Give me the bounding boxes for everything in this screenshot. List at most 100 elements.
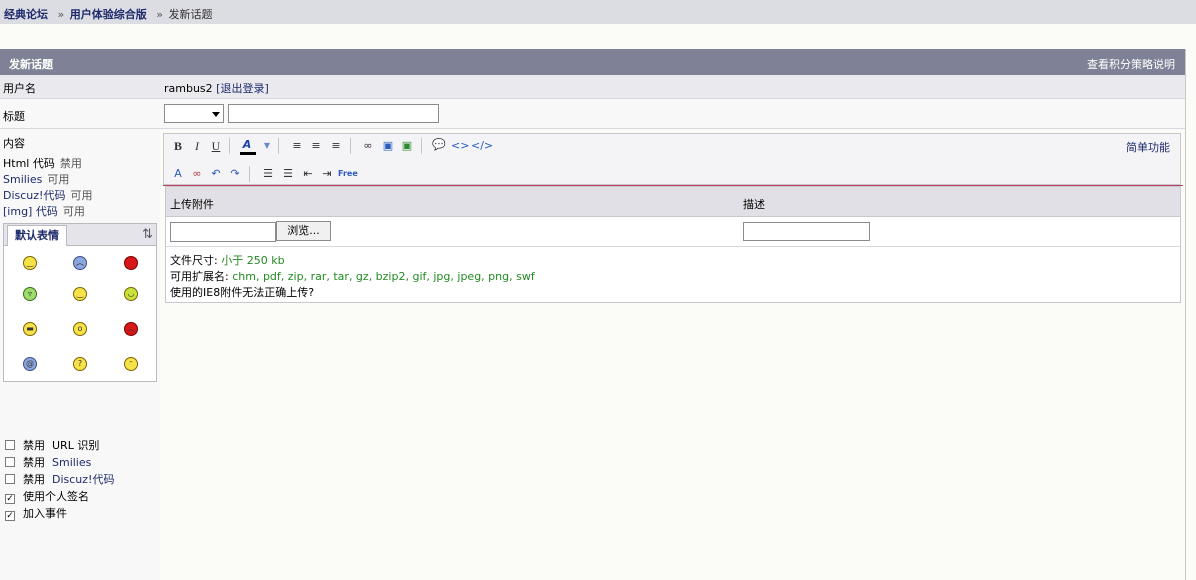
content-sidebar: 内容 Html 代码 禁用 Smilies 可用 Discuz!代码 可用 [img]…: [0, 129, 160, 580]
smiley-cool-icon[interactable]: ▬: [23, 322, 37, 336]
smiley-sad-icon[interactable]: ︵: [73, 256, 87, 270]
username-row: 用户名 rambus2 [退出登录]: [0, 75, 1185, 99]
bold-icon[interactable]: B: [170, 138, 186, 154]
quote-icon[interactable]: 💬: [431, 137, 447, 153]
subject-row: 标题: [0, 99, 1185, 129]
mode-name[interactable]: Smilies: [3, 173, 42, 186]
link-icon[interactable]: ∞: [360, 138, 376, 154]
toolbar-separator: [249, 166, 250, 182]
upload-header: 上传附件: [170, 198, 214, 211]
simple-mode-link[interactable]: 简单功能: [1126, 139, 1170, 155]
attachments-header: 上传附件 描述: [166, 187, 1180, 217]
smiley-shock-icon[interactable]: o: [73, 322, 87, 336]
option-name[interactable]: Smilies: [52, 456, 91, 469]
smiley-laugh-icon[interactable]: ▿: [23, 287, 37, 301]
mode-img: [img] 代码 可用: [3, 203, 85, 219]
subject-input[interactable]: [228, 104, 439, 123]
media-icon[interactable]: ▣: [399, 138, 415, 154]
attachment-info: 文件尺寸: 小于 250 kb 可用扩展名: chm, pdf, zip, ra…: [170, 253, 535, 301]
checkbox[interactable]: [5, 457, 15, 467]
logout-link[interactable]: [退出登录]: [216, 82, 269, 95]
smiley-grin-icon[interactable]: ‿: [73, 287, 87, 301]
ordered-list-icon[interactable]: ☰: [260, 166, 276, 182]
smiley-big-smile-icon[interactable]: ◡: [124, 287, 138, 301]
toolbar-separator: [421, 138, 422, 154]
option-name: 加入事件: [23, 507, 67, 520]
undo-icon[interactable]: ↶: [208, 166, 224, 182]
mode-status: 可用: [62, 205, 85, 218]
option-prefix: 禁用: [23, 439, 45, 452]
breadcrumb-board-link[interactable]: 用户体验综合版: [70, 8, 147, 21]
align-right-icon[interactable]: ≡: [328, 138, 344, 154]
smiley-angry-icon[interactable]: [124, 256, 138, 270]
indent-icon[interactable]: ⇥: [319, 166, 335, 182]
smiley-mad-icon[interactable]: ︿: [124, 322, 138, 336]
breadcrumb-separator: »: [57, 8, 65, 21]
mode-smilies: Smilies 可用: [3, 171, 69, 187]
credit-policy-link[interactable]: 查看积分策略说明: [1087, 56, 1175, 72]
chevron-down-icon: [212, 112, 220, 117]
font-color-icon[interactable]: A: [239, 137, 256, 155]
browse-button[interactable]: 浏览...: [276, 221, 331, 241]
breadcrumb-separator: »: [156, 8, 163, 21]
size-value: 小于 250 kb: [221, 254, 285, 267]
breadcrumb-bar: 经典论坛 » 用户体验综合版 » 发新话题: [0, 0, 1196, 24]
mode-discuz: Discuz!代码 可用: [3, 187, 92, 203]
smiley-question-icon[interactable]: ?: [73, 357, 87, 371]
mode-status: 可用: [47, 173, 70, 186]
checkbox-checked[interactable]: ✓: [5, 511, 15, 521]
align-center-icon[interactable]: ≡: [308, 138, 324, 154]
toolbar-separator: [229, 138, 230, 154]
remove-format-icon[interactable]: A: [170, 166, 186, 182]
align-left-icon[interactable]: ≡: [289, 138, 305, 154]
option-prefix: 禁用: [23, 473, 45, 486]
unordered-list-icon[interactable]: ☰: [280, 166, 296, 182]
file-path-input[interactable]: [170, 222, 276, 242]
option-disable-smilies[interactable]: 禁用 Smilies: [5, 454, 91, 470]
code-icon[interactable]: <>: [451, 138, 469, 154]
html-icon[interactable]: </>: [471, 138, 493, 154]
swap-icon[interactable]: ⇅: [142, 227, 153, 242]
smiley-tongue-icon[interactable]: ᵔ: [124, 357, 138, 371]
option-name[interactable]: Discuz!代码: [52, 473, 114, 486]
mode-name[interactable]: [img] 代码: [3, 205, 58, 218]
option-prefix: 禁用: [23, 456, 45, 469]
mode-name[interactable]: Discuz!代码: [3, 189, 65, 202]
checkbox[interactable]: [5, 474, 15, 484]
option-add-event[interactable]: ✓ 加入事件: [5, 505, 67, 521]
toolbar-separator: [350, 138, 351, 154]
breadcrumb-forum-link[interactable]: 经典论坛: [4, 8, 48, 21]
post-form: 发新话题 查看积分策略说明 用户名 rambus2 [退出登录] 标题 内容 H…: [0, 49, 1186, 580]
mode-name: Html 代码: [3, 157, 55, 170]
image-icon[interactable]: ▣: [380, 138, 396, 154]
smilies-panel: 默认表情 ⇅ ‿ ︵ ▿ ‿ ◡ ▬ o ︿ @ ? ᵔ: [3, 223, 157, 382]
description-input[interactable]: [743, 222, 870, 241]
smiley-dizzy-icon[interactable]: @: [23, 357, 37, 371]
outdent-icon[interactable]: ⇤: [300, 166, 316, 182]
color-dropdown-icon[interactable]: ▼: [263, 138, 271, 154]
option-disable-discuz[interactable]: 禁用 Discuz!代码: [5, 471, 114, 487]
checkbox[interactable]: [5, 440, 15, 450]
checkbox-checked[interactable]: ✓: [5, 494, 15, 504]
allowed-extensions: 可用扩展名: chm, pdf, zip, rar, tar, gz, bzip…: [170, 270, 535, 283]
italic-icon[interactable]: I: [189, 138, 205, 154]
mode-html: Html 代码 禁用: [3, 155, 82, 171]
thread-type-select[interactable]: [164, 104, 224, 123]
option-disable-url[interactable]: 禁用 URL 识别: [5, 437, 99, 453]
breadcrumb-current: 发新话题: [168, 8, 213, 21]
smiley-smile-icon[interactable]: ‿: [23, 256, 37, 270]
username-value: rambus2 [退出登录]: [164, 80, 269, 96]
subject-label: 标题: [3, 110, 25, 123]
ie8-note[interactable]: 使用的IE8附件无法正确上传?: [170, 285, 535, 301]
editor-toolbar: B I U A ▼ ≡ ≡ ≡ ∞ ▣ ▣ 💬 <> </> A ∞ ↶ ↷ ☰…: [163, 133, 1181, 185]
redo-icon[interactable]: ↷: [227, 166, 243, 182]
option-use-signature[interactable]: ✓ 使用个人签名: [5, 488, 89, 504]
attachment-row: 浏览...: [166, 217, 1180, 247]
size-limit: 文件尺寸: 小于 250 kb: [170, 254, 285, 267]
free-icon[interactable]: Free: [338, 166, 358, 182]
unlink-icon[interactable]: ∞: [189, 166, 205, 182]
underline-icon[interactable]: U: [208, 138, 224, 154]
tab-default-smilies[interactable]: 默认表情: [7, 225, 67, 246]
smilies-tabs: 默认表情 ⇅: [4, 224, 156, 246]
content-label: 内容: [3, 137, 25, 150]
